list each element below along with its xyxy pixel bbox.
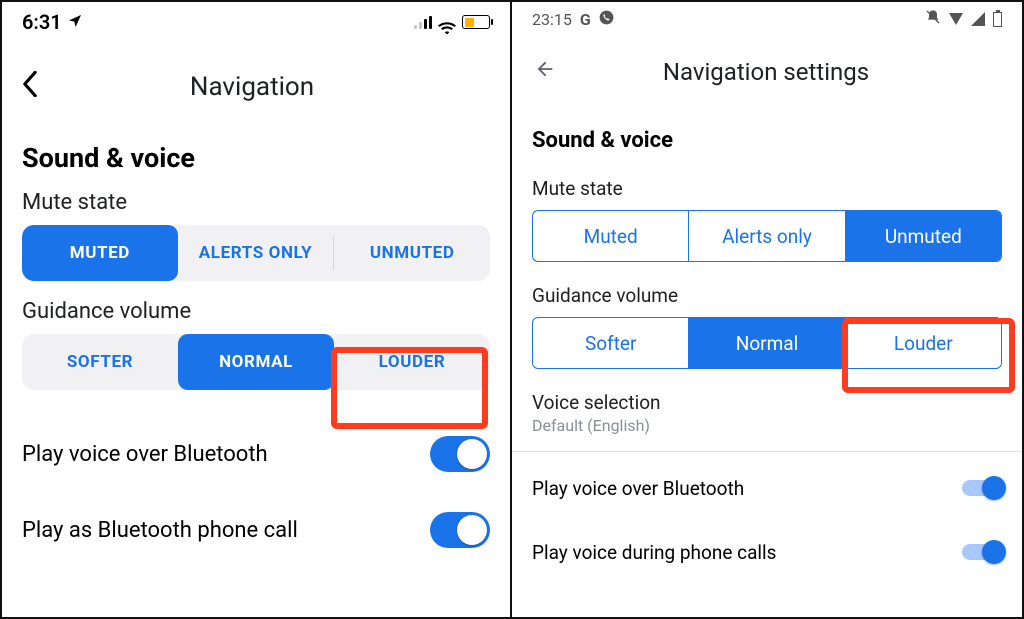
guidance-volume-label: Guidance volume (532, 284, 1002, 307)
guidance-volume-segmented: Softer Normal Louder (532, 317, 1002, 369)
page-title: Navigation settings (530, 58, 1002, 86)
android-pane: 23:15 G Navigation settings Sound & (512, 2, 1022, 617)
location-arrow-icon (67, 10, 83, 34)
toggle-switch[interactable] (430, 512, 490, 548)
guidance-opt-normal[interactable]: NORMAL (178, 334, 334, 390)
ios-status-bar: 6:31 (22, 2, 490, 42)
cellular-signal-icon (414, 15, 432, 29)
mute-state-segmented: Muted Alerts only Unmuted (532, 210, 1002, 262)
guidance-opt-louder[interactable]: LOUDER (334, 334, 490, 390)
guidance-volume-label: Guidance volume (22, 299, 490, 324)
toggle-label: Play voice over Bluetooth (22, 442, 268, 467)
mute-opt-muted[interactable]: Muted (533, 211, 689, 261)
phone-icon (599, 10, 614, 29)
guidance-opt-normal[interactable]: Normal (689, 318, 845, 368)
voice-selection-row[interactable]: Voice selection Default (English) (532, 391, 1002, 435)
mute-opt-alerts[interactable]: ALERTS ONLY (178, 225, 334, 281)
status-time: 6:31 (22, 10, 83, 34)
status-time-text: 23:15 (532, 10, 572, 29)
toggle-bluetooth-call: Play as Bluetooth phone call (22, 498, 490, 562)
toggle-switch[interactable] (430, 436, 490, 472)
toggle-bluetooth-voice: Play voice over Bluetooth (22, 422, 490, 486)
divider (512, 451, 1022, 452)
android-status-bar: 23:15 G (532, 2, 1002, 32)
status-left-cluster: 23:15 G (532, 10, 614, 29)
mute-opt-unmuted[interactable]: UNMUTED (334, 225, 490, 281)
section-sound-voice: Sound & voice (22, 142, 490, 174)
dnd-icon (925, 9, 941, 29)
mute-state-label: Mute state (532, 177, 1002, 200)
toggle-bluetooth-voice: Play voice over Bluetooth (532, 456, 1002, 520)
wifi-icon (438, 15, 456, 29)
section-sound-voice: Sound & voice (532, 128, 1002, 153)
google-icon: G (580, 10, 591, 29)
status-time-text: 6:31 (22, 10, 62, 34)
voice-selection-label: Voice selection (532, 391, 1002, 414)
voice-selection-value: Default (English) (532, 416, 1002, 435)
mute-opt-muted[interactable]: MUTED (22, 225, 178, 281)
guidance-opt-softer[interactable]: Softer (533, 318, 689, 368)
nav-header: Navigation settings (532, 42, 1002, 102)
cellular-signal-icon (971, 12, 985, 26)
nav-header: Navigation (22, 60, 490, 114)
toggle-switch[interactable] (962, 544, 1002, 560)
signal-triangle-icon (949, 13, 963, 25)
battery-icon (462, 15, 490, 29)
guidance-opt-louder[interactable]: Louder (846, 318, 1001, 368)
status-right-cluster (925, 9, 1002, 29)
toggle-phone-call-voice: Play voice during phone calls (532, 520, 1002, 584)
toggle-label: Play as Bluetooth phone call (22, 518, 298, 543)
toggle-label: Play voice during phone calls (532, 541, 776, 564)
page-title: Navigation (14, 72, 490, 102)
ios-pane: 6:31 Navigation Sound & voice Mute state (2, 2, 512, 617)
mute-opt-unmuted[interactable]: Unmuted (846, 211, 1001, 261)
toggle-label: Play voice over Bluetooth (532, 477, 744, 500)
battery-icon (993, 12, 1002, 27)
guidance-volume-segmented: SOFTER NORMAL LOUDER (22, 334, 490, 390)
mute-state-label: Mute state (22, 190, 490, 215)
status-right-cluster (414, 15, 490, 29)
mute-opt-alerts[interactable]: Alerts only (689, 211, 845, 261)
guidance-opt-softer[interactable]: SOFTER (22, 334, 178, 390)
toggle-switch[interactable] (962, 480, 1002, 496)
mute-state-segmented: MUTED ALERTS ONLY UNMUTED (22, 225, 490, 281)
